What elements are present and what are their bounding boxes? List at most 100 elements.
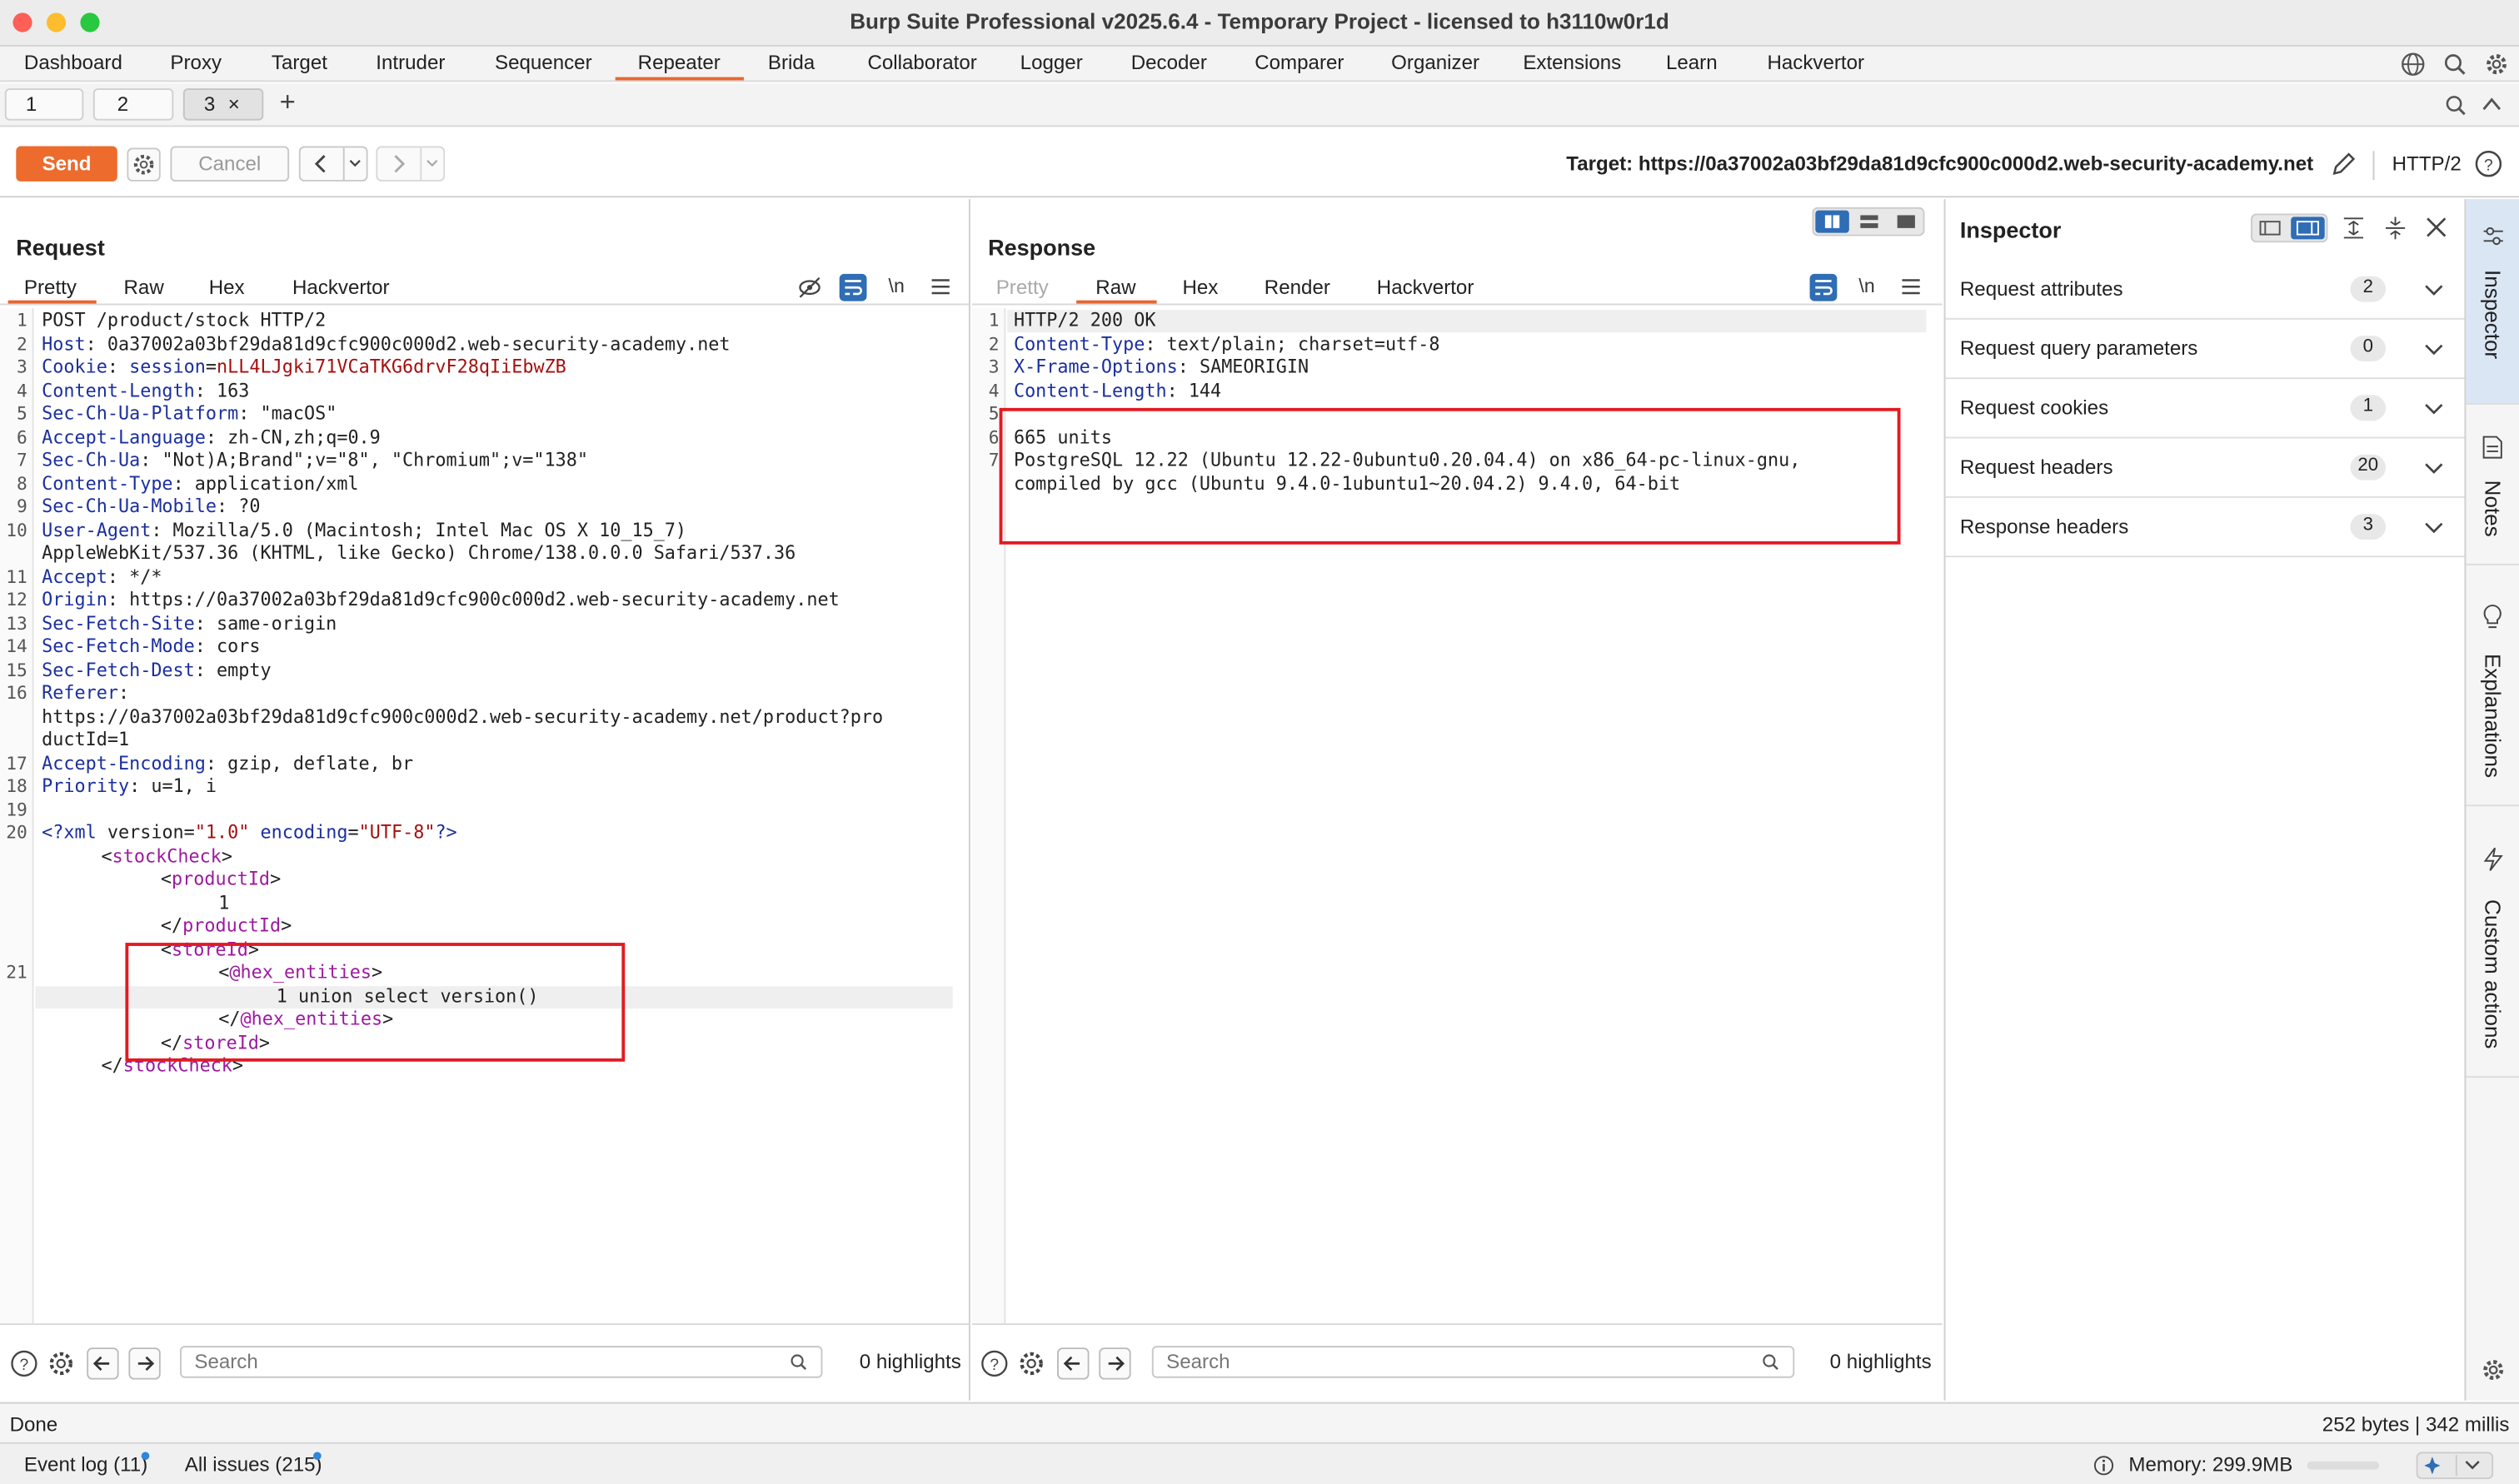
tab-extensions[interactable]: Extensions [1523, 52, 1621, 74]
send-button[interactable]: Send [16, 146, 117, 182]
next-match-arrow-icon[interactable] [128, 1347, 161, 1380]
help-icon[interactable]: ? [980, 1349, 1009, 1378]
cancel-button[interactable]: Cancel [170, 146, 290, 182]
previous-match-arrow-icon[interactable] [1057, 1347, 1090, 1380]
show-newlines-toggle[interactable]: \n [889, 275, 905, 297]
search-icon[interactable] [2442, 52, 2467, 77]
tab-decoder[interactable]: Decoder [1131, 52, 1207, 74]
active-view-indicator [7, 300, 97, 304]
globe-icon[interactable] [2400, 52, 2426, 77]
repeater-tab-1[interactable]: 1 [4, 88, 84, 121]
response-search-input[interactable]: Search [1151, 1346, 1795, 1378]
tab-target[interactable]: Target [272, 52, 327, 74]
next-match-arrow-icon[interactable] [1099, 1347, 1131, 1380]
highlights-count: 0 highlights [859, 1350, 961, 1373]
response-tab-raw[interactable]: Raw [1095, 276, 1135, 299]
inspector-request-attributes[interactable]: Request attributes 2 [1945, 260, 2467, 320]
settings-gear-icon[interactable] [2484, 52, 2510, 77]
header-fetch-dest: Sec-Fetch-Dest: empty [42, 660, 271, 684]
tab-comparer[interactable]: Comparer [1255, 52, 1344, 74]
tab-organizer[interactable]: Organizer [1391, 52, 1479, 74]
all-issues-button[interactable]: All issues (215) [185, 1453, 322, 1476]
hide-nonprintable-eye-icon[interactable] [797, 275, 823, 301]
line-number: 14 [6, 635, 27, 657]
header-host: Host: 0a37002a03bf29da81d9cfc900c000d2.w… [42, 334, 730, 357]
tab-logger[interactable]: Logger [1020, 52, 1083, 74]
xml-attr: encoding [249, 822, 348, 844]
inspector-request-cookies[interactable]: Request cookies 1 [1945, 379, 2467, 439]
ai-assistant-button[interactable] [2416, 1452, 2494, 1480]
edit-target-pencil-icon[interactable] [2329, 149, 2358, 178]
collapse-all-icon[interactable] [2384, 217, 2407, 240]
http-version-selector[interactable]: HTTP/2 [2392, 152, 2462, 175]
side-tab-label: Notes [2480, 480, 2505, 537]
close-tab-icon[interactable]: × [228, 93, 240, 116]
forward-history-button[interactable] [376, 146, 446, 182]
back-history-button[interactable] [298, 146, 368, 182]
inspector-request-headers[interactable]: Request headers 20 [1945, 439, 2467, 498]
repeater-tab-2[interactable]: 2 [92, 88, 174, 121]
tab-repeater[interactable]: Repeater [638, 52, 721, 74]
tab-proxy[interactable]: Proxy [170, 52, 222, 74]
show-newlines-toggle[interactable]: \n [1858, 275, 1874, 297]
wrap-lines-icon[interactable] [839, 273, 868, 302]
search-tabs-icon[interactable] [2443, 93, 2467, 117]
request-tab-raw[interactable]: Raw [124, 276, 164, 299]
request-tab-hackvertor[interactable]: Hackvertor [292, 276, 390, 299]
side-tab-inspector[interactable]: Inspector [2466, 199, 2519, 404]
tab-brida[interactable]: Brida [768, 52, 815, 74]
response-viewer[interactable]: 1 2 3 4 5 6 7 HTTP/2 200 OK Content-Type… [971, 308, 1943, 1324]
wrap-lines-icon[interactable] [1809, 273, 1838, 302]
event-log-button[interactable]: Event log (11) [24, 1453, 147, 1476]
repeater-tab-3[interactable]: 3 × [182, 88, 264, 121]
request-editor[interactable]: 1 2 3 4 5 6 7 8 9 10 11 12 13 14 15 16 1… [0, 308, 969, 1324]
inspector-request-query-parameters[interactable]: Request query parameters 0 [1945, 320, 2467, 380]
tab-label: 3 [203, 92, 216, 116]
previous-match-arrow-icon[interactable] [87, 1347, 119, 1380]
tab-intruder[interactable]: Intruder [376, 52, 445, 74]
layout-toggle-group[interactable] [1812, 207, 1925, 237]
menu-hamburger-icon[interactable] [1901, 276, 1922, 297]
request-tab-pretty[interactable]: Pretty [24, 276, 77, 299]
response-tab-hackvertor[interactable]: Hackvertor [1377, 276, 1474, 299]
header-value: : gzip, deflate, br [205, 753, 414, 774]
response-tab-hex[interactable]: Hex [1182, 276, 1218, 299]
header-key: User-Agent [42, 520, 152, 541]
header-value: : cors [194, 635, 261, 657]
xml-punct: <?xml [42, 822, 107, 844]
response-search-bar: ? Search 0 highlights [971, 1323, 1943, 1401]
header-key: Cookie [42, 356, 107, 378]
side-tab-custom-actions[interactable]: Custom actions [2466, 804, 2519, 1078]
request-search-input[interactable]: Search [180, 1346, 823, 1378]
side-tab-notes[interactable]: Notes [2466, 403, 2519, 564]
tab-learn[interactable]: Learn [1666, 52, 1718, 74]
search-settings-gear-icon[interactable] [47, 1349, 76, 1378]
response-tab-render[interactable]: Render [1264, 276, 1330, 299]
request-tab-hex[interactable]: Hex [209, 276, 245, 299]
xml-attr-value: "UTF-8" [358, 822, 436, 844]
expand-all-icon[interactable] [2342, 217, 2365, 239]
side-tab-explanations[interactable]: Explanations [2466, 563, 2519, 804]
inspector-response-headers[interactable]: Response headers 3 [1945, 498, 2467, 558]
tab-dashboard[interactable]: Dashboard [24, 52, 122, 74]
help-icon[interactable]: ? [10, 1349, 39, 1378]
send-settings-gear-icon[interactable] [127, 147, 161, 182]
header-key: Content-Type [1013, 334, 1145, 356]
info-icon[interactable] [2093, 1455, 2114, 1476]
inspector-layout-toggle[interactable] [2250, 213, 2328, 243]
tab-collaborator[interactable]: Collaborator [867, 52, 976, 74]
response-tab-pretty[interactable]: Pretty [996, 276, 1049, 299]
search-settings-gear-icon[interactable] [1017, 1349, 1046, 1378]
chevron-up-icon[interactable] [2482, 97, 2502, 112]
close-icon[interactable] [2426, 217, 2447, 237]
menu-hamburger-icon[interactable] [930, 276, 951, 297]
status-line: HTTP/2 200 OK [1013, 310, 1156, 331]
add-tab-button[interactable]: + [280, 87, 296, 119]
header-key: Content-Type [42, 473, 173, 495]
help-icon[interactable]: ? [2474, 149, 2503, 178]
settings-gear-icon[interactable] [2481, 1357, 2507, 1383]
request-search-bar: ? Search 0 highlights [0, 1323, 969, 1401]
tab-sequencer[interactable]: Sequencer [495, 52, 592, 74]
svg-text:?: ? [990, 1357, 999, 1374]
tab-hackvertor[interactable]: Hackvertor [1767, 52, 1864, 74]
